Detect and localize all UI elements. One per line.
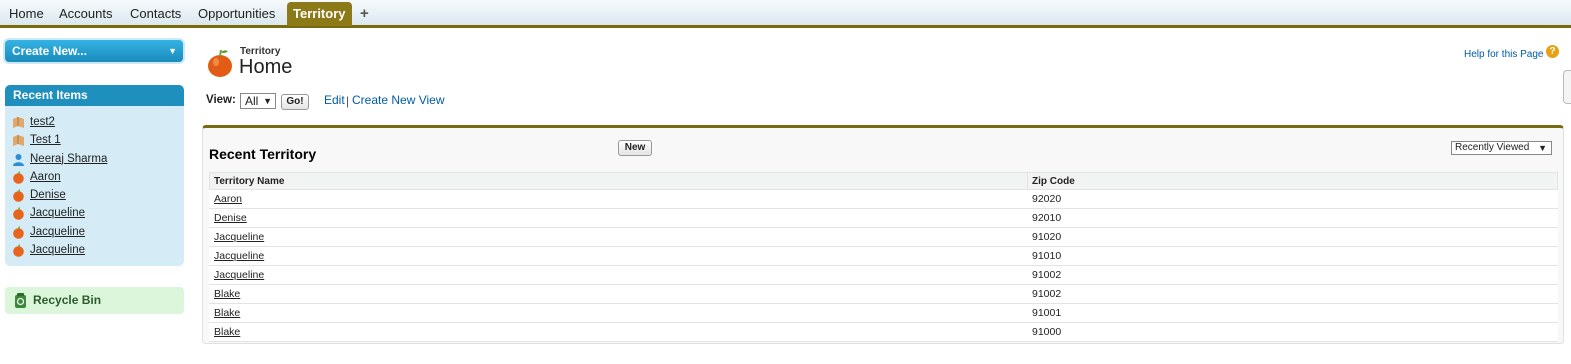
territory-link[interactable]: Blake bbox=[214, 307, 240, 319]
zip-code-cell: 91000 bbox=[1027, 322, 1558, 342]
territory-link[interactable]: Blake bbox=[214, 326, 240, 338]
table-row: Aaron 92020 bbox=[209, 189, 1558, 209]
recent-item: Neeraj Sharma bbox=[5, 151, 184, 169]
recent-item-link[interactable]: Aaron bbox=[30, 171, 61, 183]
recent-item: Test 1 bbox=[5, 132, 184, 150]
column-header-zip-code[interactable]: Zip Code bbox=[1027, 172, 1558, 190]
territory-name-cell: Jacqueline bbox=[209, 265, 1028, 285]
recently-viewed-value: Recently Viewed bbox=[1455, 142, 1530, 153]
recent-item: Jacqueline bbox=[5, 224, 184, 242]
territory-link[interactable]: Blake bbox=[214, 288, 240, 300]
view-select-value: All bbox=[245, 94, 259, 108]
recent-item-link[interactable]: Test 1 bbox=[30, 134, 61, 146]
recent-items-panel: Recent Items test2 Test 1 Neeraj Sharma … bbox=[5, 85, 184, 266]
table-row: Jacqueline 91010 bbox=[209, 246, 1558, 266]
recent-item-link[interactable]: Jacqueline bbox=[30, 207, 85, 219]
table-row: Denise 92010 bbox=[209, 208, 1558, 228]
chevron-down-icon: ▼ bbox=[168, 46, 177, 56]
zip-code-cell: 92020 bbox=[1027, 189, 1558, 209]
apple-icon bbox=[13, 244, 24, 257]
zip-code-cell: 92010 bbox=[1027, 208, 1558, 228]
tab-accounts[interactable]: Accounts bbox=[51, 0, 120, 26]
recent-item: Denise bbox=[5, 187, 184, 205]
tab-territory[interactable]: Territory bbox=[287, 2, 352, 26]
chevron-down-icon: ▼ bbox=[1538, 143, 1547, 153]
recent-item: Jacqueline bbox=[5, 242, 184, 260]
territory-name-cell: Jacqueline bbox=[209, 227, 1028, 247]
recent-item-link[interactable]: Neeraj Sharma bbox=[30, 153, 107, 165]
territory-link[interactable]: Aaron bbox=[214, 193, 242, 205]
zip-code-cell: 91001 bbox=[1027, 303, 1558, 323]
zip-code-cell: 91020 bbox=[1027, 227, 1558, 247]
recent-item-link[interactable]: Denise bbox=[30, 189, 66, 201]
table-row: Blake 91002 bbox=[209, 284, 1558, 304]
edit-view-link[interactable]: Edit bbox=[324, 93, 345, 107]
recent-item-link[interactable]: test2 bbox=[30, 116, 55, 128]
tab-home[interactable]: Home bbox=[1, 0, 52, 26]
recent-item-link[interactable]: Jacqueline bbox=[30, 244, 85, 256]
zip-code-cell: 91002 bbox=[1027, 265, 1558, 285]
create-new-label: Create New... bbox=[12, 44, 87, 58]
table-row: Blake 91000 bbox=[209, 322, 1558, 342]
territory-link[interactable]: Jacqueline bbox=[214, 269, 264, 281]
book-icon bbox=[13, 135, 24, 147]
table-row: Jacqueline 91020 bbox=[209, 227, 1558, 247]
recent-item: Aaron bbox=[5, 169, 184, 187]
territory-name-cell: Jacqueline bbox=[209, 246, 1028, 266]
territory-name-cell: Blake bbox=[209, 303, 1028, 323]
book-icon bbox=[13, 117, 24, 128]
recent-item: test2 bbox=[5, 114, 184, 132]
apple-icon bbox=[13, 226, 24, 239]
tab-contacts[interactable]: Contacts bbox=[122, 0, 189, 26]
person-icon bbox=[13, 153, 24, 166]
page-title: Home bbox=[239, 56, 293, 78]
recent-item-link[interactable]: Jacqueline bbox=[30, 226, 85, 238]
recycle-bin-icon bbox=[15, 293, 26, 308]
recent-items-title: Recent Items bbox=[5, 85, 184, 106]
territory-name-cell: Blake bbox=[209, 284, 1028, 304]
link-separator: | bbox=[346, 94, 350, 108]
tab-opportunities[interactable]: Opportunities bbox=[190, 0, 283, 26]
apple-icon bbox=[13, 189, 24, 202]
apple-icon bbox=[13, 207, 24, 221]
view-select[interactable]: All ▼ bbox=[240, 93, 276, 109]
chevron-down-icon: ▼ bbox=[263, 96, 272, 106]
recent-items-list: test2 Test 1 Neeraj Sharma Aaron Denise … bbox=[5, 106, 184, 260]
help-link[interactable]: Help for this Page bbox=[1464, 49, 1544, 60]
table-row: Blake 91001 bbox=[209, 303, 1558, 323]
side-panel-handle[interactable] bbox=[1563, 70, 1571, 104]
table-header-row: Territory Name Zip Code bbox=[209, 172, 1558, 190]
create-new-view-link[interactable]: Create New View bbox=[352, 93, 444, 107]
territory-name-cell: Denise bbox=[209, 208, 1028, 228]
recently-viewed-select[interactable]: Recently Viewed ▼ bbox=[1451, 141, 1552, 155]
column-header-territory-name[interactable]: Territory Name bbox=[209, 172, 1028, 190]
territory-table: Territory Name Zip Code Aaron 92020 Deni… bbox=[209, 172, 1558, 342]
territory-link[interactable]: Jacqueline bbox=[214, 231, 264, 243]
territory-name-cell: Aaron bbox=[209, 189, 1028, 209]
recent-territory-title: Recent Territory bbox=[209, 146, 317, 162]
zip-code-cell: 91002 bbox=[1027, 284, 1558, 304]
help-icon[interactable]: ? bbox=[1546, 45, 1559, 58]
view-label: View: bbox=[206, 94, 236, 106]
recent-item: Jacqueline bbox=[5, 205, 184, 223]
recycle-bin-label: Recycle Bin bbox=[33, 293, 102, 307]
add-tab-plus-icon[interactable]: + bbox=[352, 0, 377, 26]
recent-territory-panel: Recent Territory New Recently Viewed ▼ T… bbox=[202, 125, 1564, 344]
zip-code-cell: 91010 bbox=[1027, 246, 1558, 266]
apple-icon bbox=[13, 171, 24, 184]
table-row: Jacqueline 91002 bbox=[209, 265, 1558, 285]
territory-apple-icon bbox=[208, 49, 232, 77]
territory-link[interactable]: Denise bbox=[214, 212, 247, 224]
new-button[interactable]: New bbox=[618, 140, 652, 156]
create-new-button[interactable]: Create New... ▼ bbox=[5, 40, 183, 62]
recycle-bin-link[interactable]: Recycle Bin bbox=[5, 287, 184, 314]
territory-name-cell: Blake bbox=[209, 322, 1028, 342]
go-button[interactable]: Go! bbox=[281, 94, 309, 110]
tab-bar: Home Accounts Contacts Opportunities Ter… bbox=[0, 0, 1571, 28]
territory-link[interactable]: Jacqueline bbox=[214, 250, 264, 262]
